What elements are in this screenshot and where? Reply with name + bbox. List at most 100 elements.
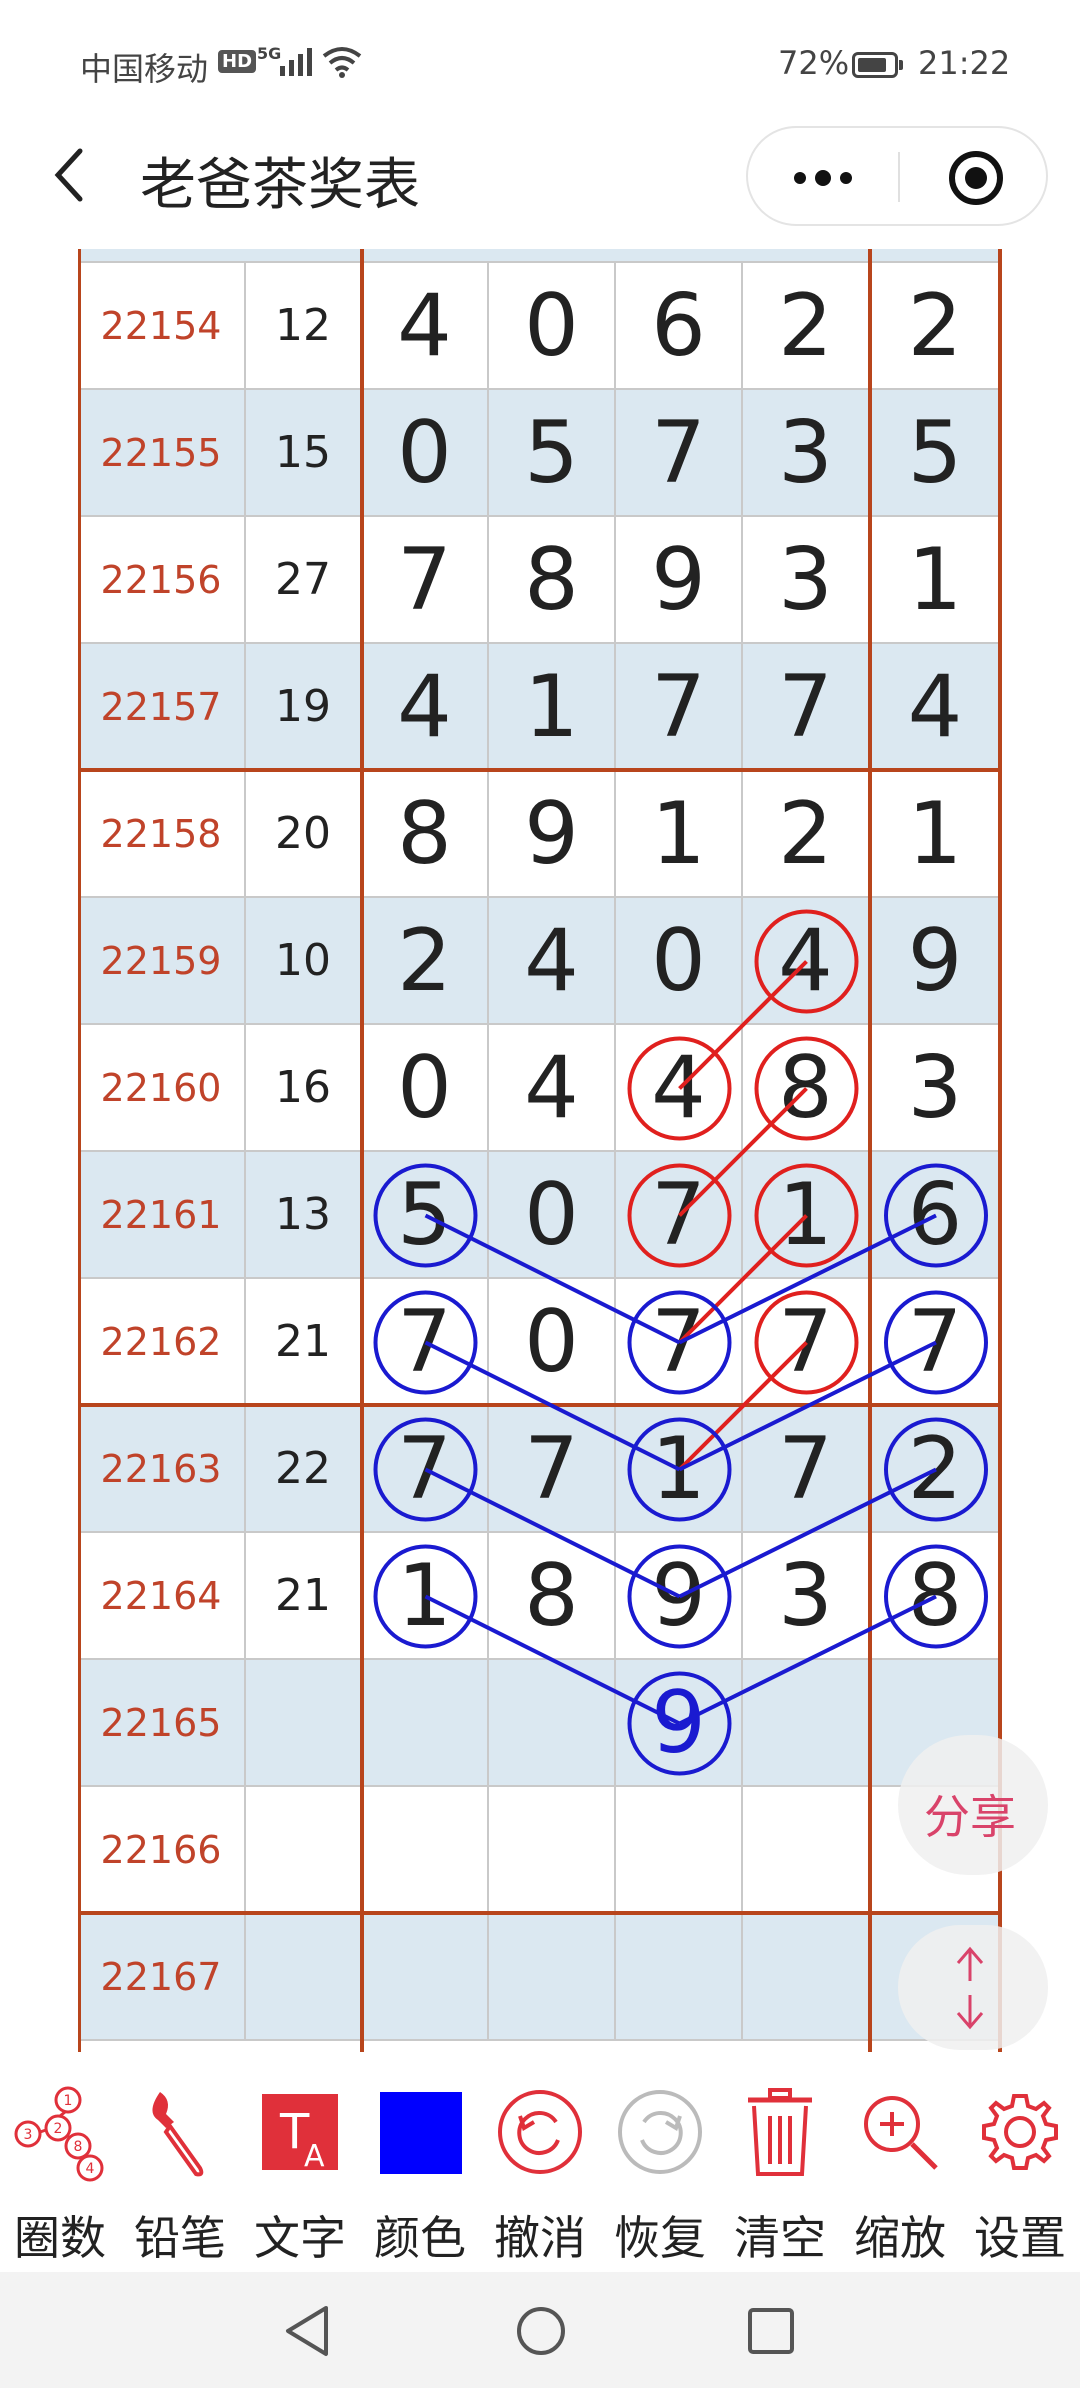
tool-clear[interactable]: 清空 [720, 2052, 840, 2272]
digit-cell[interactable]: 0 [362, 1025, 489, 1152]
digit-cell[interactable]: 7 [743, 644, 870, 771]
issue-number: 22157 [78, 644, 246, 771]
digit-cell[interactable]: 6 [870, 1152, 1002, 1279]
digit-cell[interactable]: 0 [489, 1279, 616, 1406]
digit-cell[interactable] [489, 1787, 616, 1914]
digit-cell[interactable]: 7 [362, 1406, 489, 1533]
table-row[interactable]: 22164 21 1 8 9 3 8 [78, 1533, 1002, 1660]
digit-cell[interactable]: 5 [870, 390, 1002, 517]
digit-cell[interactable]: 4 [362, 263, 489, 390]
table-row[interactable]: 22166 [78, 1787, 1002, 1914]
tool-redo[interactable]: 恢复 [600, 2052, 720, 2272]
table-row[interactable]: 22162 21 7 0 7 7 7 [78, 1279, 1002, 1406]
table-row[interactable]: 22160 16 0 4 4 8 3 [78, 1025, 1002, 1152]
digit-cell[interactable]: 2 [743, 263, 870, 390]
digit-cell[interactable]: 5 [362, 1152, 489, 1279]
digit-cell[interactable]: 2 [362, 898, 489, 1025]
table-row[interactable]: 22165 9 [78, 1660, 1002, 1787]
digit-cell[interactable]: 9 [616, 1533, 743, 1660]
digit-cell[interactable]: 4 [362, 644, 489, 771]
digit-cell[interactable]: 7 [743, 1406, 870, 1533]
tool-color[interactable]: 颜色 [360, 2052, 480, 2272]
table-row[interactable]: 22161 13 5 0 7 1 6 [78, 1152, 1002, 1279]
table-row[interactable]: 22157 19 4 1 7 7 4 [78, 644, 1002, 771]
tool-text[interactable]: T A 文字 [240, 2052, 360, 2272]
tool-settings[interactable]: 设置 [960, 2052, 1080, 2272]
digit-cell[interactable]: 8 [362, 771, 489, 898]
digit-cell[interactable]: 8 [743, 1025, 870, 1152]
digit-cell[interactable]: 0 [489, 1152, 616, 1279]
digit-cell[interactable]: 4 [870, 644, 1002, 771]
digit-cell[interactable] [489, 1914, 616, 2041]
nav-back-icon[interactable] [282, 2304, 332, 2358]
digit-cell[interactable]: 2 [870, 263, 1002, 390]
table-row[interactable]: 22158 20 8 9 1 2 1 [78, 771, 1002, 898]
digit-cell[interactable]: 4 [743, 898, 870, 1025]
tool-zoom[interactable]: 缩放 [840, 2052, 960, 2272]
share-button[interactable]: 分享 [898, 1735, 1048, 1875]
digit-cell[interactable]: 3 [743, 1533, 870, 1660]
table-row[interactable]: 22155 15 0 5 7 3 5 [78, 390, 1002, 517]
digit-cell[interactable]: 2 [870, 1406, 1002, 1533]
digit-cell[interactable]: 7 [616, 644, 743, 771]
digit-cell[interactable]: 1 [870, 771, 1002, 898]
digit-cell[interactable] [743, 1660, 870, 1787]
table-row[interactable]: 22156 27 7 8 9 3 1 [78, 517, 1002, 644]
digit-cell[interactable]: 7 [616, 1279, 743, 1406]
digit-cell[interactable]: 6 [616, 263, 743, 390]
digit-cell[interactable]: 7 [743, 1279, 870, 1406]
digit-cell[interactable] [616, 1787, 743, 1914]
digit-cell[interactable]: 0 [489, 263, 616, 390]
digit-cell[interactable]: 8 [870, 1533, 1002, 1660]
digit-cell[interactable] [489, 1660, 616, 1787]
tool-pencil[interactable]: 铅笔 [120, 2052, 240, 2272]
close-target-icon[interactable] [946, 148, 1006, 208]
nav-home-icon[interactable] [514, 2304, 568, 2358]
digit-cell[interactable]: 1 [616, 1406, 743, 1533]
digit-cell[interactable]: 9 [489, 771, 616, 898]
digit-cell[interactable]: 1 [870, 517, 1002, 644]
digit-cell[interactable]: 1 [743, 1152, 870, 1279]
tool-circle-numbers[interactable]: 1 2 3 8 4 圈数 [0, 2052, 120, 2272]
digit-cell[interactable]: 8 [489, 517, 616, 644]
digit-cell[interactable]: 4 [616, 1025, 743, 1152]
digit-cell[interactable]: 7 [616, 1152, 743, 1279]
digit-cell[interactable]: 3 [870, 1025, 1002, 1152]
digit-cell[interactable]: 9 [870, 898, 1002, 1025]
digit-cell[interactable]: 7 [489, 1406, 616, 1533]
more-icon[interactable] [788, 156, 858, 200]
digit-cell[interactable]: 7 [362, 517, 489, 644]
digit-cell[interactable] [616, 1914, 743, 2041]
digit-cell[interactable]: 4 [489, 1025, 616, 1152]
digit-cell[interactable]: 8 [489, 1533, 616, 1660]
tool-undo[interactable]: 撤消 [480, 2052, 600, 2272]
digit-cell[interactable]: 5 [489, 390, 616, 517]
table-row[interactable]: 22167 [78, 1914, 1002, 2041]
digit-cell[interactable]: 0 [362, 390, 489, 517]
lottery-grid[interactable]: 22154 12 4 0 6 2 2 22155 15 0 5 7 3 5 22156 27 7 8 9 3 1 2215… [78, 249, 1002, 2052]
digit-cell[interactable]: 7 [616, 390, 743, 517]
digit-cell[interactable]: 1 [489, 644, 616, 771]
digit-cell[interactable] [362, 1914, 489, 2041]
digit-cell[interactable]: 7 [870, 1279, 1002, 1406]
digit-cell[interactable] [362, 1660, 489, 1787]
digit-cell[interactable]: 1 [616, 771, 743, 898]
digit-cell[interactable]: 3 [743, 390, 870, 517]
digit-cell[interactable]: 3 [743, 517, 870, 644]
digit-cell[interactable]: 9 [616, 1660, 743, 1787]
digit-cell[interactable] [743, 1787, 870, 1914]
nav-recents-icon[interactable] [746, 2306, 796, 2356]
table-row[interactable]: 22159 10 2 4 0 4 9 [78, 898, 1002, 1025]
digit-cell[interactable] [362, 1787, 489, 1914]
digit-cell[interactable]: 0 [616, 898, 743, 1025]
digit-cell[interactable]: 2 [743, 771, 870, 898]
table-row[interactable]: 22154 12 4 0 6 2 2 [78, 263, 1002, 390]
digit-cell[interactable] [743, 1914, 870, 2041]
scroll-toggle-button[interactable] [898, 1925, 1048, 2050]
digit-cell[interactable]: 4 [489, 898, 616, 1025]
digit-cell[interactable]: 7 [362, 1279, 489, 1406]
back-arrow-icon[interactable] [50, 145, 90, 205]
table-row[interactable]: 22163 22 7 7 1 7 2 [78, 1406, 1002, 1533]
digit-cell[interactable]: 9 [616, 517, 743, 644]
digit-cell[interactable]: 1 [362, 1533, 489, 1660]
